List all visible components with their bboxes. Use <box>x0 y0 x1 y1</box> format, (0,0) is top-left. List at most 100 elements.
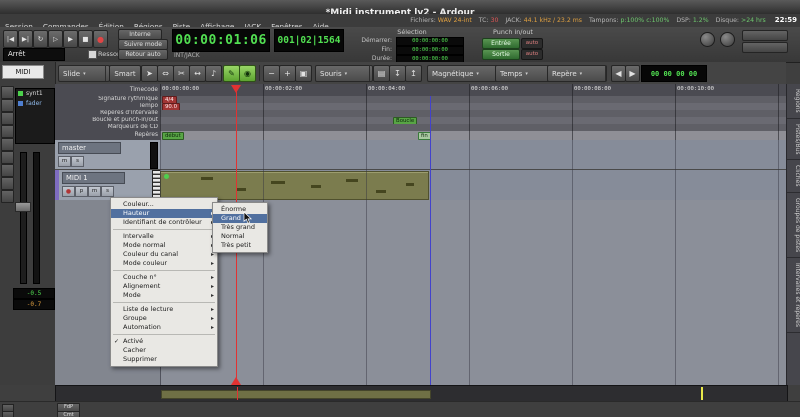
punch-out-button[interactable]: Sortie <box>482 49 520 60</box>
tab-ranges-marks[interactable]: Intervalles et repères <box>787 258 800 333</box>
range-tool-button[interactable]: ⇔ <box>157 65 174 82</box>
ruler-label-ranges[interactable]: Repères d'intervalle <box>55 110 161 117</box>
tool-rail-button[interactable] <box>1 177 14 190</box>
loop-button[interactable]: ↻ <box>33 30 48 48</box>
submenu-item-normal[interactable]: Normal <box>213 232 267 241</box>
menu-item-playlist[interactable]: Liste de lecture▸ <box>111 305 217 314</box>
processor-active-led[interactable] <box>18 101 23 106</box>
snap-mode-dropdown[interactable]: Magnétique▾ <box>427 65 499 82</box>
tab-track-groups[interactable]: Groupes de pistes <box>787 193 800 258</box>
corner-button[interactable] <box>2 411 14 417</box>
midi-note[interactable] <box>271 181 285 184</box>
stop-button[interactable]: ■ <box>78 30 93 48</box>
gain-fader[interactable] <box>15 202 31 212</box>
menu-item-active[interactable]: ✓Activé <box>111 337 217 346</box>
primary-clock-mode[interactable]: INT/JACK <box>174 52 200 59</box>
selection-start-clock[interactable]: 00:00:00:00 <box>396 37 464 46</box>
midi-mute-button[interactable]: m <box>88 186 101 197</box>
menu-item-height[interactable]: Hauteur▸ <box>111 209 217 218</box>
audition-tool-button[interactable]: ♪ <box>205 65 222 82</box>
tool-rail-button[interactable] <box>1 190 14 203</box>
submenu-item-tres-petit[interactable]: Très petit <box>213 241 267 250</box>
grid-type-dropdown[interactable]: Temps▾ <box>495 65 551 82</box>
draw-notes-tool-button[interactable]: ✎ <box>223 65 240 82</box>
nudge-forward-button[interactable]: ▶ <box>625 65 640 82</box>
midi-note[interactable] <box>346 179 358 182</box>
play-button[interactable]: ▶ <box>63 30 78 48</box>
menu-item-color-mode[interactable]: Mode couleur▸ <box>111 259 217 268</box>
tab-tracks-busses[interactable]: Pistes/Bus <box>787 119 800 161</box>
playhead-marker-top[interactable] <box>231 85 241 93</box>
edit-point-dropdown[interactable]: Repère▾ <box>547 65 607 82</box>
play-selection-button[interactable]: ▷ <box>48 30 63 48</box>
master-mute-button[interactable]: m <box>58 156 71 167</box>
menu-item-remove[interactable]: Supprimer <box>111 355 217 364</box>
stretch-tool-button[interactable]: ↔ <box>189 65 206 82</box>
midi-note[interactable] <box>376 190 386 193</box>
location-marker-ruler[interactable]: début fin <box>160 131 786 140</box>
ruler-label-marks[interactable]: Repères <box>55 131 161 140</box>
midi-playlist-button[interactable]: p <box>75 186 88 197</box>
punch-in-button[interactable]: Entrée <box>482 38 520 49</box>
processor-active-led[interactable] <box>18 91 23 96</box>
zoom-fit-button[interactable]: ▣ <box>295 65 312 82</box>
peak-readout[interactable]: -0.7 <box>13 299 55 310</box>
grab-tool-button[interactable]: ➤ <box>141 65 158 82</box>
smart-mode-button[interactable]: Smart <box>109 65 141 82</box>
spring-checkbox[interactable] <box>88 50 97 59</box>
midi-track-lane[interactable] <box>160 170 786 201</box>
midi-solo-button[interactable]: s <box>101 186 114 197</box>
menu-item-channel-color[interactable]: Couleur du canal▸ <box>111 250 217 259</box>
tool-rail-button[interactable] <box>1 99 14 112</box>
tab-snapshots[interactable]: Clichés <box>787 160 800 192</box>
midi-region[interactable] <box>160 171 429 200</box>
gain-readout[interactable]: -0.5 <box>13 288 55 299</box>
midi-track-name[interactable]: MIDI 1 <box>62 172 125 184</box>
midi-note[interactable] <box>406 183 414 186</box>
record-button[interactable]: ● <box>93 30 108 48</box>
processor-item-fader[interactable]: fader <box>16 99 54 109</box>
expand-tracks-button[interactable]: ↥ <box>405 65 422 82</box>
cd-marker-ruler[interactable] <box>160 124 786 131</box>
loop-punch-ruler[interactable]: Boucle <box>160 117 786 124</box>
nudge-back-button[interactable]: ◀ <box>611 65 626 82</box>
master-track-lane[interactable] <box>160 140 786 170</box>
error-log-button[interactable] <box>742 42 788 53</box>
tool-rail-button[interactable] <box>1 138 14 151</box>
menu-item-controller-id[interactable]: Identifiant de contrôleur▸ <box>111 218 217 227</box>
menu-item-range[interactable]: Intervalle▸ <box>111 232 217 241</box>
tab-regions[interactable]: Régions <box>787 84 800 119</box>
session-end-marker[interactable]: fin <box>418 132 431 140</box>
tool-rail-button[interactable] <box>1 151 14 164</box>
selection-end-clock[interactable]: 00:00:00:00 <box>396 46 464 55</box>
submenu-item-enorme[interactable]: Énorme <box>213 205 267 214</box>
menu-item-mode[interactable]: Mode▸ <box>111 291 217 300</box>
tool-rail-button[interactable] <box>1 164 14 177</box>
menu-item-layer[interactable]: Couche n°▸ <box>111 273 217 282</box>
punch-out-auto-button[interactable]: auto <box>521 49 543 60</box>
cmt-button[interactable]: Cmt <box>57 411 80 417</box>
mixer-track-name-chip[interactable]: MIDI <box>2 65 44 79</box>
midi-note[interactable] <box>311 185 321 188</box>
ruler-label-cd-markers[interactable]: Marqueurs de CD <box>55 124 161 131</box>
region-gain-point[interactable] <box>164 174 169 179</box>
secondary-clock[interactable]: 001|02|1564 <box>274 29 344 52</box>
submenu-item-tres-grand[interactable]: Très grand <box>213 223 267 232</box>
shrink-tracks-button[interactable]: ↧ <box>389 65 406 82</box>
midi-note[interactable] <box>236 188 246 191</box>
audition-indicator-button[interactable] <box>720 32 735 47</box>
menu-item-hide[interactable]: Cacher <box>111 346 217 355</box>
cut-tool-button[interactable]: ✂ <box>173 65 190 82</box>
ruler-label-timecode[interactable]: Timecode <box>55 84 161 96</box>
internal-edit-tool-button[interactable]: ◉ <box>239 65 256 82</box>
tool-rail-button[interactable] <box>1 86 14 99</box>
tool-rail-button[interactable] <box>1 112 14 125</box>
auto-return-button[interactable]: Retour auto <box>118 49 168 60</box>
menu-item-alignment[interactable]: Alignement▸ <box>111 282 217 291</box>
zoom-out-button[interactable]: − <box>263 65 280 82</box>
nudge-clock[interactable]: 00 00 00 00 <box>641 65 707 82</box>
menu-item-color[interactable]: Couleur... <box>111 200 217 209</box>
midi-panic-button[interactable] <box>742 30 788 41</box>
ruler-label-tempo[interactable]: Tempo <box>55 103 161 110</box>
goto-end-button[interactable]: ▶| <box>18 30 33 48</box>
